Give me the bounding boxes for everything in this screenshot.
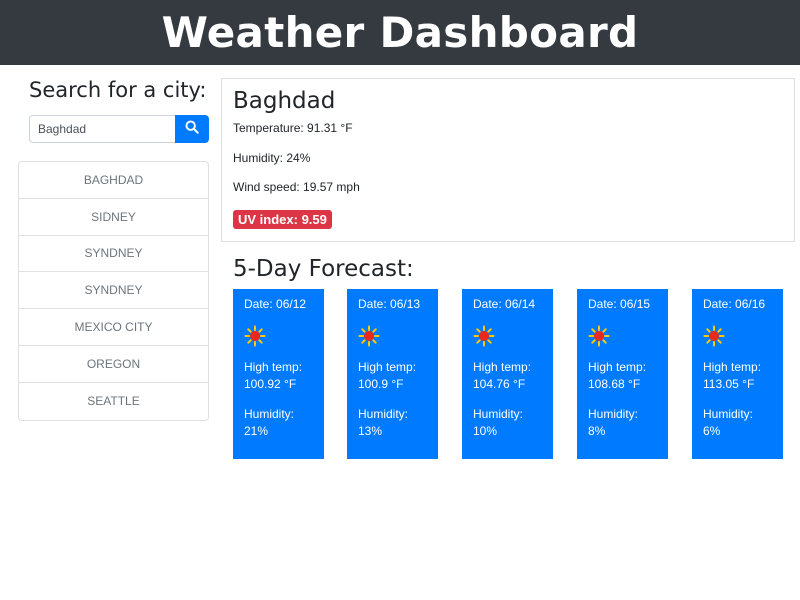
forecast-humidity-label: Humidity: [244, 407, 295, 421]
forecast-heading: 5-Day Forecast: [233, 256, 414, 282]
forecast-date: Date: 06/16 [703, 297, 766, 311]
search-history-list: BAGHDAD SIDNEY SYNDNEY SYNDNEY MEXICO CI… [18, 161, 209, 421]
forecast-date: Date: 06/15 [588, 297, 651, 311]
current-weather-card: Baghdad Temperature: 91.31 °F Humidity: … [221, 78, 795, 242]
current-city-name: Baghdad [233, 88, 336, 114]
sun-icon [703, 325, 772, 349]
sun-icon [473, 325, 542, 349]
forecast-date: Date: 06/13 [358, 297, 421, 311]
history-item[interactable]: MEXICO CITY [19, 309, 208, 346]
forecast-high-temp: 100.92 °F [244, 377, 297, 391]
forecast-card: Date: 06/13 High temp: 100.9 °F Humidity… [347, 289, 438, 459]
forecast-humidity-label: Humidity: [358, 407, 409, 421]
forecast-high-label: High temp: [244, 360, 303, 374]
history-item[interactable]: OREGON [19, 346, 208, 383]
sun-icon [588, 325, 657, 349]
forecast-high-label: High temp: [703, 360, 762, 374]
forecast-card: Date: 06/14 High temp: 104.76 °F Humidit… [462, 289, 553, 459]
forecast-humidity: 10% [473, 424, 498, 438]
current-wind-speed: Wind speed: 19.57 mph [233, 180, 360, 194]
history-item[interactable]: SYNDNEY [19, 272, 208, 310]
forecast-humidity: 8% [588, 424, 606, 438]
forecast-high-label: High temp: [358, 360, 417, 374]
forecast-card: Date: 06/12 High temp: 100.92 °F Humidit… [233, 289, 324, 459]
uv-index-badge: UV index: 9.59 [233, 209, 332, 229]
forecast-card: Date: 06/15 High temp: 108.68 °F Humidit… [577, 289, 668, 459]
forecast-high-temp: 104.76 °F [473, 377, 526, 391]
forecast-humidity: 21% [244, 424, 269, 438]
forecast-high-temp: 108.68 °F [588, 377, 641, 391]
sun-icon [358, 325, 427, 349]
search-button[interactable] [175, 115, 209, 143]
forecast-humidity-label: Humidity: [588, 407, 639, 421]
history-item[interactable]: SYNDNEY [19, 236, 208, 273]
forecast-date: Date: 06/14 [473, 297, 536, 311]
forecast-humidity: 6% [703, 424, 721, 438]
page-header: Weather Dashboard [0, 0, 800, 65]
current-temperature: Temperature: 91.31 °F [233, 121, 353, 135]
search-icon [185, 120, 199, 139]
forecast-humidity: 13% [358, 424, 383, 438]
history-item[interactable]: SEATTLE [19, 383, 208, 420]
search-heading: Search for a city: [29, 78, 207, 102]
history-item[interactable]: BAGHDAD [19, 162, 208, 199]
forecast-high-temp: 113.05 °F [703, 377, 755, 391]
forecast-high-temp: 100.9 °F [358, 377, 404, 391]
forecast-date: Date: 06/12 [244, 297, 307, 311]
forecast-high-label: High temp: [473, 360, 532, 374]
city-search-input[interactable] [29, 115, 175, 143]
forecast-card: Date: 06/16 High temp: 113.05 °F Humidit… [692, 289, 783, 459]
history-item[interactable]: SIDNEY [19, 199, 208, 236]
page-title: Weather Dashboard [161, 8, 639, 57]
current-humidity: Humidity: 24% [233, 150, 311, 165]
forecast-humidity-label: Humidity: [473, 407, 524, 421]
sun-icon [244, 325, 313, 349]
forecast-humidity-label: Humidity: [703, 407, 754, 421]
forecast-high-label: High temp: [588, 360, 647, 374]
